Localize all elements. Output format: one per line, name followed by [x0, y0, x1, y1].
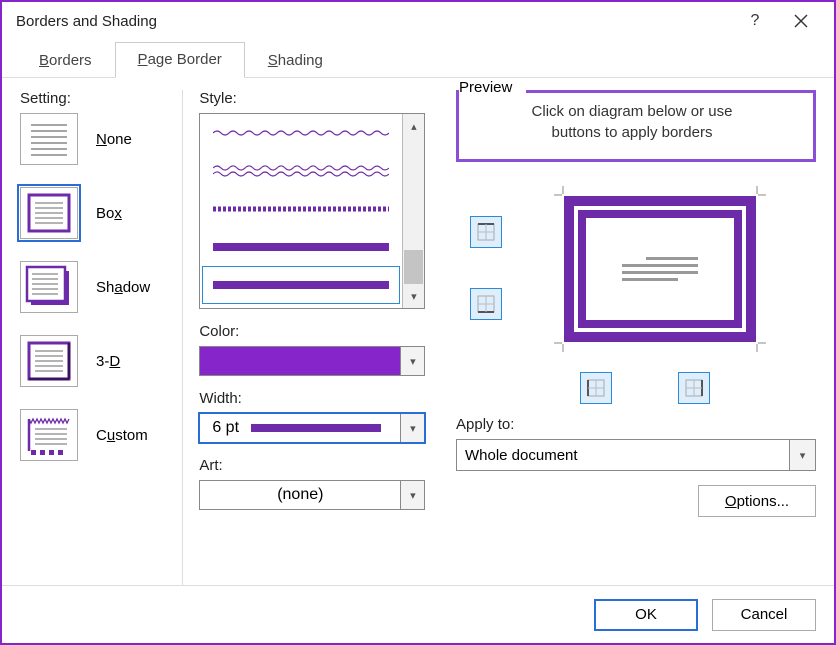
scroll-thumb[interactable] — [404, 250, 423, 284]
dialog-footer: OK Cancel — [2, 585, 834, 643]
tab-borders[interactable]: Borders — [16, 43, 115, 78]
scroll-down-button[interactable]: ▾ — [403, 284, 424, 308]
text-line-icon — [622, 264, 698, 267]
setting-column: Setting: None Box Shadow — [20, 90, 182, 585]
setting-item-label: None — [96, 131, 132, 148]
setting-item-label: Custom — [96, 427, 148, 444]
text-line-icon — [622, 278, 678, 281]
setting-box-icon — [20, 187, 78, 239]
chevron-down-icon: ▾ — [400, 414, 424, 442]
style-scrollbar[interactable]: ▴ ▾ — [402, 114, 424, 308]
title-bar: Borders and Shading ? — [2, 2, 834, 40]
preview-hint-line: Click on diagram below or use — [532, 103, 733, 120]
style-dash-stripe[interactable] — [202, 190, 400, 228]
preview-hint: Click on diagram below or use buttons to… — [467, 95, 797, 143]
preview-area — [456, 174, 816, 406]
setting-custom[interactable]: Custom — [20, 409, 182, 461]
cancel-button[interactable]: Cancel — [712, 599, 816, 631]
ok-button[interactable]: OK — [594, 599, 698, 631]
dialog-window: Borders and Shading ? Borders Page Borde… — [0, 0, 836, 645]
art-value: (none) — [200, 481, 400, 509]
text-line-icon — [622, 271, 698, 274]
setting-item-label: Shadow — [96, 279, 150, 296]
setting-none-icon — [20, 113, 78, 165]
style-label: Style: — [199, 90, 438, 107]
dialog-content: Setting: None Box Shadow — [2, 78, 834, 585]
setting-shadow[interactable]: Shadow — [20, 261, 182, 313]
style-wave-double[interactable] — [202, 152, 400, 190]
border-top-button[interactable] — [470, 216, 502, 248]
close-icon — [794, 14, 808, 28]
setting-none[interactable]: None — [20, 113, 182, 165]
color-label: Color: — [199, 323, 438, 340]
width-value: 6 pt — [212, 419, 239, 437]
chevron-down-icon: ▾ — [400, 347, 424, 375]
tab-bar: Borders Page Border Shading — [2, 40, 834, 78]
border-left-button[interactable] — [580, 372, 612, 404]
width-sample-icon — [251, 424, 381, 432]
art-label: Art: — [199, 457, 438, 474]
setting-3d[interactable]: 3-D — [20, 335, 182, 387]
width-label: Width: — [199, 390, 438, 407]
preview-diagram[interactable] — [564, 196, 756, 342]
art-dropdown[interactable]: (none) ▾ — [199, 480, 425, 510]
preview-hint-line: buttons to apply borders — [552, 124, 713, 141]
width-value-area: 6 pt — [200, 414, 400, 442]
preview-column: Preview Click on diagram below or use bu… — [438, 90, 816, 585]
setting-shadow-icon — [20, 261, 78, 313]
style-wave-small[interactable] — [202, 114, 400, 152]
scroll-up-button[interactable]: ▴ — [403, 114, 424, 138]
setting-box[interactable]: Box — [20, 187, 182, 239]
style-column: Style: — [182, 90, 438, 585]
border-bottom-button[interactable] — [470, 288, 502, 320]
border-right-button[interactable] — [678, 372, 710, 404]
window-title: Borders and Shading — [16, 13, 157, 30]
chevron-down-icon: ▾ — [789, 440, 815, 470]
close-button[interactable] — [778, 6, 824, 36]
width-dropdown[interactable]: 6 pt ▾ — [199, 413, 425, 443]
style-list: ▴ ▾ — [199, 113, 425, 309]
apply-to-value: Whole document — [457, 440, 789, 470]
setting-3d-icon — [20, 335, 78, 387]
setting-custom-icon — [20, 409, 78, 461]
scroll-track[interactable] — [403, 138, 424, 284]
preview-label: Preview — [459, 79, 526, 96]
text-line-icon — [646, 257, 698, 260]
help-button[interactable]: ? — [732, 6, 778, 36]
chevron-down-icon: ▾ — [400, 481, 424, 509]
tab-page-border[interactable]: Page Border — [115, 42, 245, 78]
setting-item-label: Box — [96, 205, 122, 222]
setting-item-label: 3-D — [96, 353, 120, 370]
setting-label: Setting: — [20, 90, 182, 107]
tab-shading[interactable]: Shading — [245, 43, 346, 78]
apply-to-row: Apply to: Whole document ▾ Options... — [456, 416, 816, 517]
color-swatch — [200, 347, 400, 375]
preview-header-box: Preview Click on diagram below or use bu… — [456, 90, 816, 162]
style-thick-solid-1[interactable] — [202, 228, 400, 266]
apply-to-dropdown[interactable]: Whole document ▾ — [456, 439, 816, 471]
style-thick-solid-2[interactable] — [202, 266, 400, 304]
color-dropdown[interactable]: ▾ — [199, 346, 425, 376]
options-button-label: ptions... — [737, 493, 790, 510]
apply-to-label: Apply to: — [456, 416, 816, 433]
options-button[interactable]: Options... — [698, 485, 816, 517]
